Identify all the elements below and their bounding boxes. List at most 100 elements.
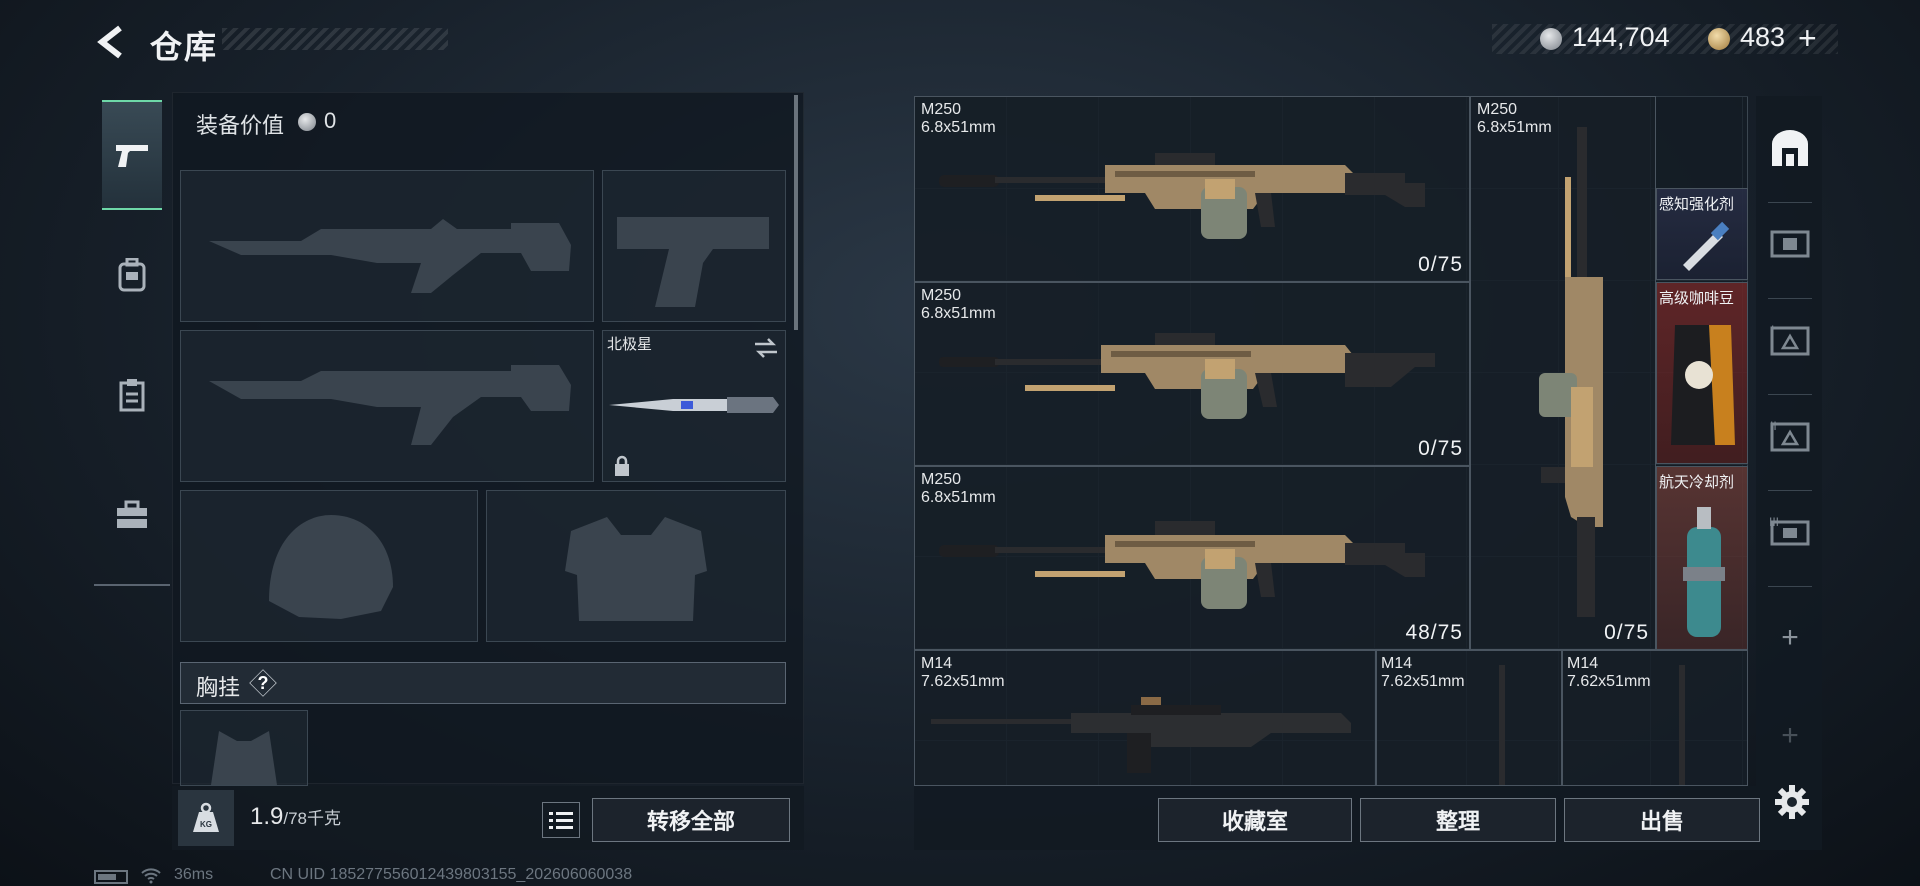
add-storage-tab-button[interactable]: + bbox=[1766, 608, 1814, 668]
title-decoration bbox=[222, 28, 448, 50]
item-name: M14 bbox=[1381, 655, 1413, 672]
melee-slot[interactable]: 北极星 bbox=[602, 330, 786, 482]
battery-icon bbox=[94, 870, 128, 884]
m250-rifle-icon bbox=[939, 521, 1425, 609]
storage-item-m250-1[interactable]: M250 6.8x51mm 0/75 bbox=[914, 96, 1470, 282]
primary-weapon-slot-1[interactable] bbox=[180, 170, 594, 322]
m250-rifle-icon bbox=[939, 333, 1435, 419]
transfer-all-button[interactable]: 转移全部 bbox=[592, 798, 790, 842]
helmet-slot[interactable] bbox=[180, 490, 478, 642]
toolbox-icon bbox=[117, 500, 147, 528]
m14-rifle-vertical-icon bbox=[1499, 665, 1505, 785]
item-count: 0/75 bbox=[1604, 621, 1649, 644]
settings-button[interactable] bbox=[1774, 784, 1810, 820]
vest-silhouette-icon bbox=[565, 517, 707, 621]
storage-item-m250-4[interactable]: M250 6.8x51mm 0/75 bbox=[1470, 96, 1656, 650]
nav-tab-gear[interactable] bbox=[102, 220, 162, 330]
item-name: M250 bbox=[921, 101, 962, 118]
currency-silver-value: 144,704 bbox=[1572, 22, 1670, 52]
back-button[interactable] bbox=[92, 22, 132, 62]
organize-button[interactable]: 整理 bbox=[1360, 798, 1556, 842]
helmet-silhouette-icon bbox=[269, 515, 393, 619]
tab-divider bbox=[1768, 490, 1812, 491]
sell-button[interactable]: 出售 bbox=[1564, 798, 1760, 842]
storage-tab-main[interactable] bbox=[1766, 118, 1814, 178]
add-storage-tab-button-2[interactable]: + bbox=[1766, 706, 1814, 766]
user-uid: CN UID 1852775560124398031​55_2026060600… bbox=[270, 866, 633, 883]
storage-item-m14-3[interactable]: M14 7.62x51mm bbox=[1562, 650, 1748, 786]
storage-item-consumable-3[interactable]: 航天冷却剂 bbox=[1656, 466, 1748, 650]
storage-item-consumable-1[interactable]: 感知强化剂 bbox=[1656, 188, 1748, 280]
equipment-scrollbar[interactable] bbox=[794, 95, 798, 330]
pistol-slot[interactable] bbox=[602, 170, 786, 322]
item-count: 0/75 bbox=[1418, 253, 1463, 276]
gear-icon bbox=[1775, 785, 1809, 819]
primary-weapon-slot-2[interactable] bbox=[180, 330, 594, 482]
storage-tab-2[interactable] bbox=[1766, 214, 1814, 274]
item-ammo: 7.62x51mm bbox=[921, 673, 1005, 690]
item-name: M250 bbox=[921, 287, 962, 304]
storage-tab-4[interactable]: II bbox=[1766, 406, 1814, 466]
help-label: ? bbox=[257, 672, 269, 693]
item-name: M14 bbox=[921, 655, 953, 672]
item-name: M250 bbox=[921, 471, 962, 488]
silver-coin-icon bbox=[298, 113, 316, 131]
storage-shelf-icon: III bbox=[1769, 515, 1810, 546]
collection-button[interactable]: 收藏室 bbox=[1158, 798, 1352, 842]
equipment-value-label: 装备价值 bbox=[196, 113, 285, 138]
svg-text:KG: KG bbox=[200, 820, 212, 829]
storage-item-m250-3[interactable]: M250 6.8x51mm 48/75 bbox=[914, 466, 1470, 650]
gold-coin-icon bbox=[1708, 28, 1730, 50]
item-count: 48/75 bbox=[1405, 621, 1463, 644]
pistol-silhouette-icon bbox=[617, 217, 769, 307]
m250-rifle-vertical-icon bbox=[1539, 127, 1603, 617]
rifle-silhouette-icon bbox=[209, 365, 571, 445]
weight-icon: KG bbox=[178, 790, 234, 846]
tab-divider bbox=[1768, 298, 1812, 299]
nav-tab-tools[interactable] bbox=[102, 460, 162, 570]
item-name: 高级咖啡豆 bbox=[1659, 290, 1735, 307]
nav-tab-weapons[interactable] bbox=[102, 100, 162, 210]
m250-rifle-icon bbox=[939, 153, 1425, 239]
backpack-icon bbox=[118, 258, 146, 292]
currency-gold-value: 483 bbox=[1740, 22, 1786, 52]
add-currency-button[interactable]: + bbox=[1798, 20, 1817, 57]
injector-icon bbox=[1683, 221, 1730, 271]
tab-divider bbox=[1768, 394, 1812, 395]
m14-rifle-vertical-icon bbox=[1679, 665, 1685, 785]
ping: 36ms bbox=[174, 866, 214, 883]
storage-shelf-icon bbox=[1770, 230, 1810, 258]
coolant-tank-icon bbox=[1683, 507, 1725, 637]
nav-tab-container[interactable] bbox=[102, 340, 162, 450]
weight-readout: 1.9/78千克 bbox=[250, 803, 341, 831]
storage-item-m14-1[interactable]: M14 7.62x51mm bbox=[914, 650, 1376, 786]
storage-tab-3[interactable]: I bbox=[1766, 310, 1814, 370]
pistol-icon bbox=[116, 145, 148, 167]
armor-slot[interactable] bbox=[486, 490, 786, 642]
weight-current: 1.9 bbox=[250, 803, 284, 830]
swap-icon[interactable] bbox=[753, 337, 779, 359]
storage-item-m250-2[interactable]: M250 6.8x51mm 0/75 bbox=[914, 282, 1470, 466]
chest-rig-slot[interactable] bbox=[180, 710, 308, 786]
item-count: 0/75 bbox=[1418, 437, 1463, 460]
page-title: 仓库 bbox=[150, 29, 219, 65]
wifi-icon bbox=[141, 868, 161, 884]
item-name: M14 bbox=[1567, 655, 1599, 672]
tab-divider bbox=[1768, 586, 1812, 587]
weight-max: /78千克 bbox=[283, 809, 342, 828]
rifle-silhouette-icon bbox=[209, 219, 571, 293]
list-view-button[interactable] bbox=[542, 802, 580, 838]
storage-shelf-icon: I bbox=[1770, 323, 1810, 356]
help-button[interactable]: ? bbox=[250, 670, 276, 696]
item-name: 航天冷却剂 bbox=[1659, 474, 1735, 491]
item-ammo: 7.62x51mm bbox=[1381, 673, 1465, 690]
melee-name: 北极星 bbox=[607, 336, 653, 353]
storage-item-m14-2[interactable]: M14 7.62x51mm bbox=[1376, 650, 1562, 786]
storage-shelf-icon: II bbox=[1770, 419, 1810, 452]
storage-tab-5[interactable]: III bbox=[1766, 502, 1814, 562]
storage-item-consumable-2[interactable]: 高级咖啡豆 bbox=[1656, 282, 1748, 464]
clipboard-icon bbox=[119, 379, 145, 412]
coffee-bag-icon bbox=[1671, 325, 1735, 445]
storage-main-icon bbox=[1772, 130, 1808, 166]
tab-divider bbox=[1768, 202, 1812, 203]
